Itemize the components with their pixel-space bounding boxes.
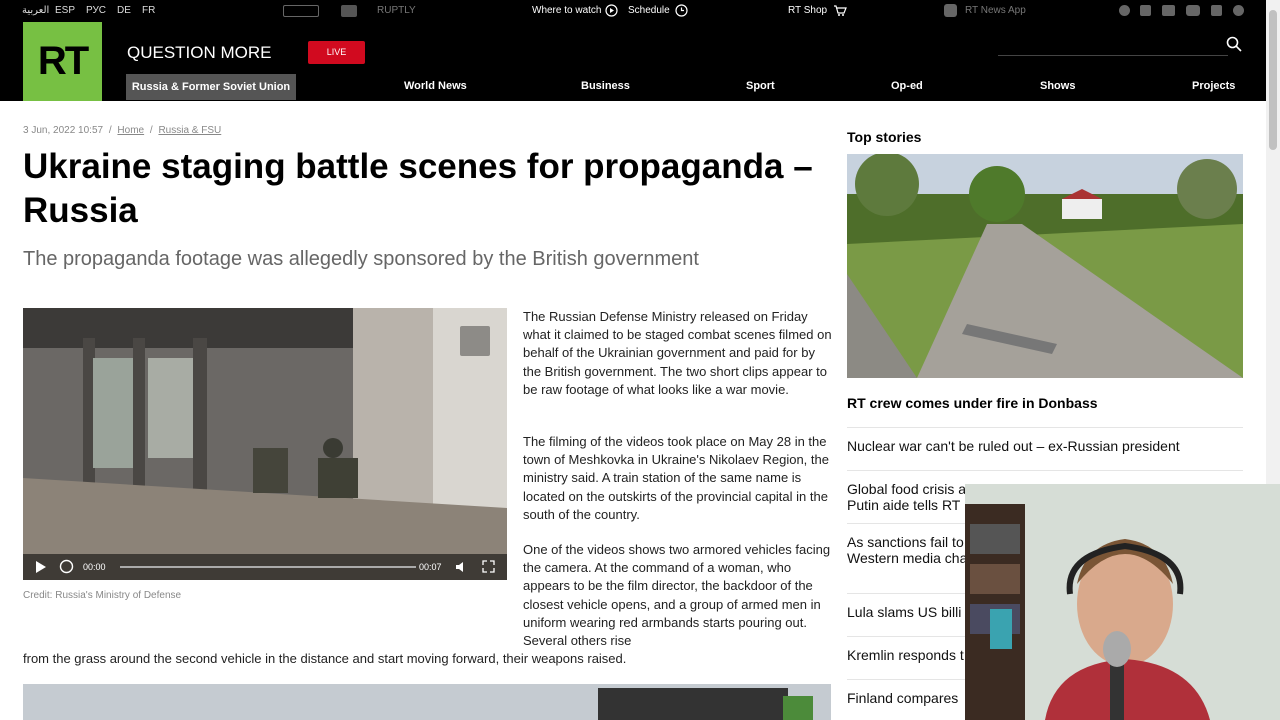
lang-arabic[interactable]: العربية xyxy=(22,5,49,16)
article-paragraph-1: The Russian Defense Ministry released on… xyxy=(523,309,832,397)
article-paragraph-3: One of the videos shows two armored vehi… xyxy=(523,542,831,649)
scroll-thumb[interactable] xyxy=(1269,10,1277,150)
tagline: QUESTION MORE xyxy=(127,43,272,62)
nav-op-ed[interactable]: Op-ed xyxy=(891,80,923,92)
ruptly-link[interactable]: RUPTLY xyxy=(377,5,416,16)
play-circle-icon xyxy=(605,4,618,17)
youtube-icon[interactable] xyxy=(1186,5,1200,16)
rt-doc-channel-icon[interactable] xyxy=(283,5,319,17)
rt-shop-link[interactable]: RT Shop xyxy=(788,5,827,16)
nav-business[interactable]: Business xyxy=(581,80,630,92)
share-icon[interactable] xyxy=(460,326,490,356)
lang-fr[interactable]: FR xyxy=(142,5,155,16)
article-subtitle: The propaganda footage was allegedly spo… xyxy=(23,248,699,270)
webcam-feed xyxy=(965,484,1280,720)
cart-icon xyxy=(834,5,847,16)
breadcrumb-section[interactable]: Russia & FSU xyxy=(158,125,221,136)
video-credit: Credit: Russia's Ministry of Defense xyxy=(23,590,182,601)
nav-russia-fsu[interactable]: Russia & Former Soviet Union xyxy=(126,74,296,100)
rt-app-icon xyxy=(944,4,957,17)
lang-esp[interactable]: ESP xyxy=(55,5,75,16)
video-total-time: 00:07 xyxy=(419,562,442,572)
where-to-watch-link[interactable]: Where to watch xyxy=(532,5,601,16)
breadcrumb-home[interactable]: Home xyxy=(117,125,144,136)
video-progress-bar[interactable] xyxy=(120,566,416,568)
top-stories-heading: Top stories xyxy=(847,129,922,145)
second-video-thumbnail xyxy=(23,684,831,720)
video-player[interactable]: 00:00 00:07 xyxy=(23,308,507,580)
nav-sport[interactable]: Sport xyxy=(746,80,775,92)
play-icon[interactable] xyxy=(35,561,47,573)
top-bar: العربية ESP РУС DE FR RUPTLY Where to wa… xyxy=(0,0,1266,22)
nav-shows[interactable]: Shows xyxy=(1040,80,1075,92)
video-thumbnail xyxy=(23,308,507,580)
site-header: RT QUESTION MORE LIVE Russia & Former So… xyxy=(0,22,1266,101)
video-controls: 00:00 00:07 xyxy=(23,554,507,580)
schedule-link[interactable]: Schedule xyxy=(628,5,670,16)
rss-icon[interactable] xyxy=(1140,5,1151,16)
road-photo xyxy=(847,154,1243,378)
twitter-icon[interactable] xyxy=(1162,5,1175,16)
article-date: 3 Jun, 2022 10:57 xyxy=(23,125,104,136)
fullscreen-icon[interactable] xyxy=(482,560,495,573)
lang-de[interactable]: DE xyxy=(117,5,131,16)
rt-logo[interactable]: RT xyxy=(23,22,102,101)
rt-news-app-link[interactable]: RT News App xyxy=(965,5,1026,16)
vk-icon[interactable] xyxy=(1233,5,1244,16)
lang-rus[interactable]: РУС xyxy=(86,5,106,16)
search-icon[interactable] xyxy=(1226,36,1242,52)
webcam-overlay xyxy=(965,484,1280,720)
story-link-1[interactable]: Nuclear war can't be ruled out – ex-Russ… xyxy=(847,427,1243,454)
nav-world-news[interactable]: World News xyxy=(404,80,467,92)
clock-icon xyxy=(675,4,688,17)
article-second-video[interactable] xyxy=(23,684,831,720)
search-input[interactable] xyxy=(998,55,1228,56)
replay-10-icon[interactable] xyxy=(59,559,74,574)
nav-projects[interactable]: Projects xyxy=(1192,80,1235,92)
rt-channel-icon[interactable] xyxy=(341,5,357,17)
article-meta: 3 Jun, 2022 10:57 / Home / Russia & FSU xyxy=(23,125,222,136)
top-story-image[interactable] xyxy=(847,154,1243,378)
video-current-time: 00:00 xyxy=(83,562,106,572)
facebook-icon[interactable] xyxy=(1211,5,1222,16)
top-story-title[interactable]: RT crew comes under fire in Donbass xyxy=(847,395,1098,411)
live-button[interactable]: LIVE xyxy=(308,41,365,64)
telegram-icon[interactable] xyxy=(1119,5,1130,16)
article-title: Ukraine staging battle scenes for propag… xyxy=(23,147,813,230)
article-paragraph-2: The filming of the videos took place on … xyxy=(523,434,829,522)
mute-icon[interactable] xyxy=(455,561,468,573)
article-paragraph-3-continued: from the grass around the second vehicle… xyxy=(23,651,627,666)
